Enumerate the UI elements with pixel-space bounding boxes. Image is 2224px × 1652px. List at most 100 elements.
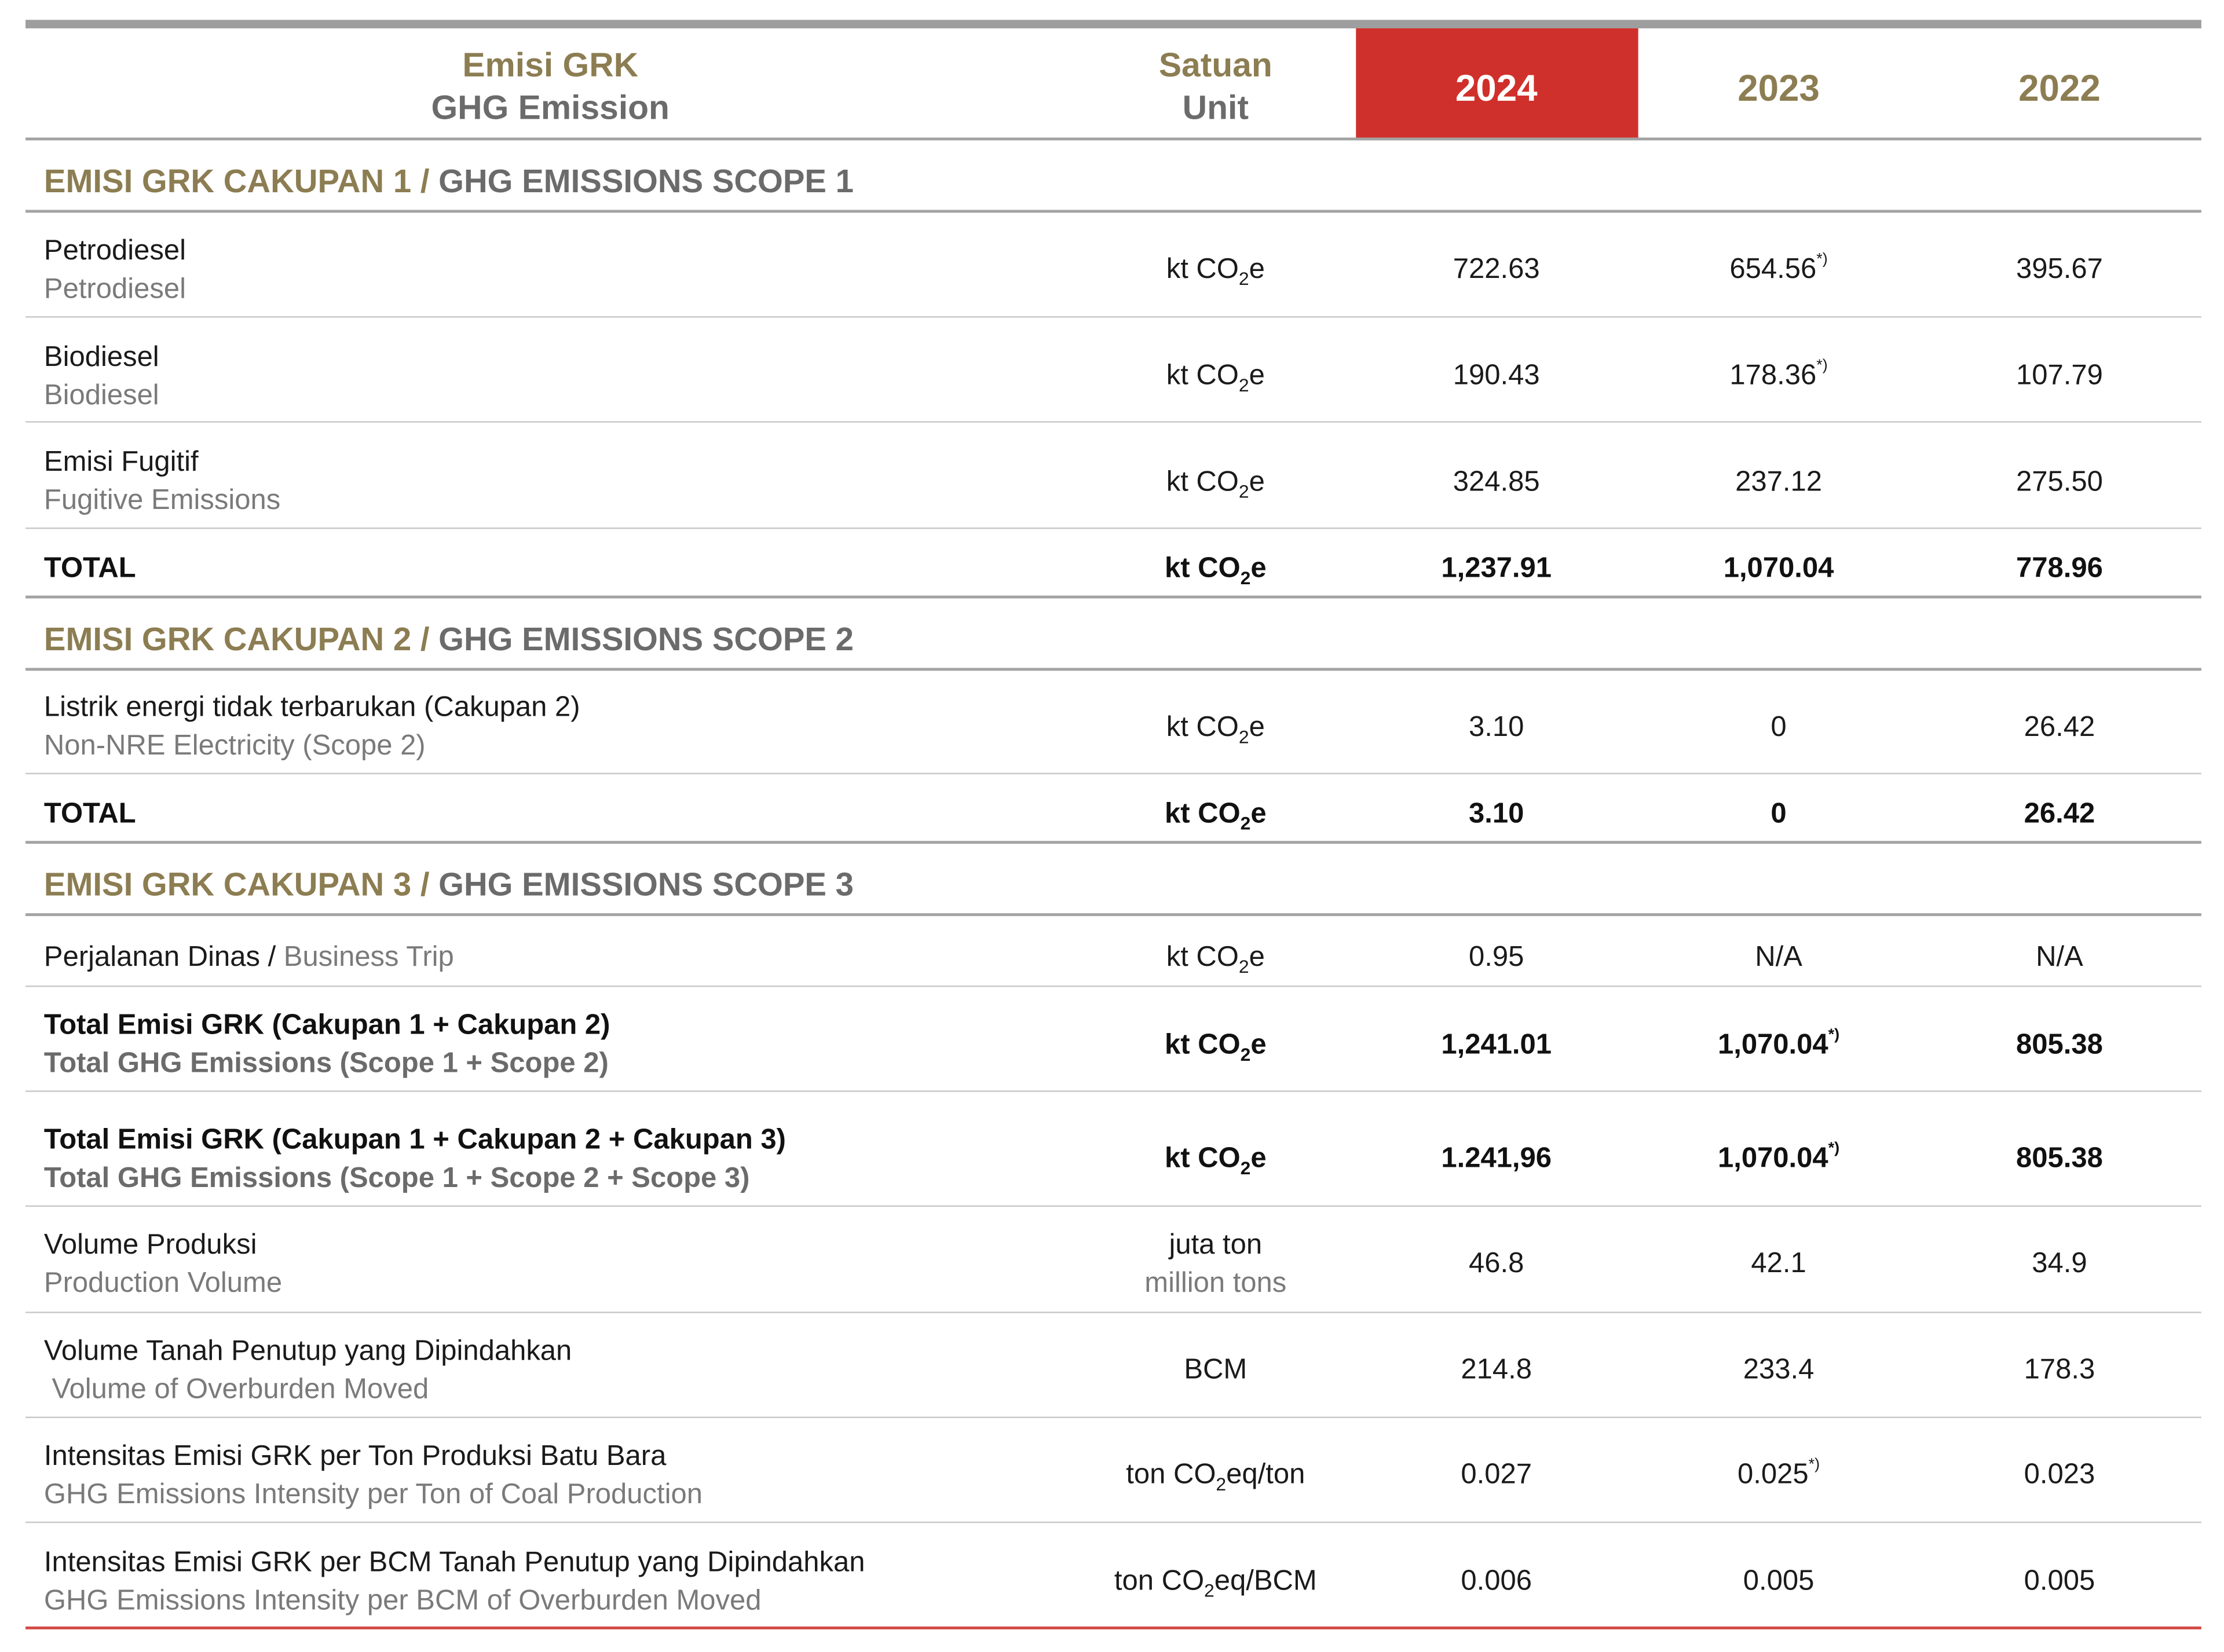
row-label-id: Volume Tanah Penutup yang Dipindahkan	[43, 1335, 572, 1367]
divider	[25, 316, 2201, 318]
value-2022: 0.023	[2024, 1459, 2095, 1490]
row-label-id: Intensitas Emisi GRK per BCM Tanah Penut…	[43, 1547, 865, 1578]
table-top-border	[25, 20, 2201, 28]
footnote-mark: *)	[1816, 251, 1828, 268]
footnote-mark: *)	[1828, 1027, 1840, 1044]
row-label-en: Total GHG Emissions (Scope 1 + Scope 2 +…	[43, 1163, 750, 1195]
divider	[25, 1416, 2201, 1418]
divider	[25, 1312, 2201, 1313]
value-2024: 190.43	[1453, 360, 1540, 391]
row-unit: kt CO2e	[1164, 798, 1267, 834]
value-2023: 0.005	[1743, 1565, 1815, 1597]
footnote-mark: *)	[1816, 357, 1828, 375]
value-2022: 178.3	[2024, 1354, 2095, 1386]
row-unit-en: million tons	[1144, 1268, 1287, 1299]
value-2022: 778.96	[2016, 553, 2103, 584]
row-label-id: Emisi Fugitif	[43, 446, 199, 478]
divider	[25, 595, 2201, 599]
value-2023: 178.36*)	[1729, 357, 1828, 391]
value-2023: 42.1	[1751, 1248, 1806, 1279]
header-divider	[25, 137, 2201, 141]
divider	[25, 210, 2201, 213]
divider	[25, 668, 2201, 671]
row-unit: kt CO2e	[1166, 712, 1265, 748]
value-2023: N/A	[1755, 942, 1802, 973]
footnote-mark: *)	[1828, 1140, 1840, 1158]
col-unit-label-en: Unit	[1182, 89, 1249, 128]
value-2024: 0.95	[1469, 942, 1524, 973]
value-2023: 233.4	[1743, 1354, 1815, 1386]
row-label-id: Intensitas Emisi GRK per Ton Produksi Ba…	[43, 1441, 667, 1472]
section-title-scope3: EMISI GRK CAKUPAN 3 / GHG EMISSIONS SCOP…	[43, 866, 854, 903]
value-2024: 3.10	[1469, 798, 1524, 830]
divider	[25, 1205, 2201, 1207]
value-2024: 3.10	[1469, 712, 1524, 743]
value-2024: 1,237.91	[1441, 553, 1552, 584]
value-2023: 654.56*)	[1729, 251, 1828, 285]
row-unit: kt CO2e	[1166, 466, 1265, 502]
total-label: TOTAL	[43, 798, 136, 830]
row-unit: kt CO2e	[1164, 1142, 1267, 1179]
value-2022: 805.38	[2016, 1142, 2103, 1174]
row-label-en: Fugitive Emissions	[43, 485, 281, 517]
divider	[25, 841, 2201, 844]
row-label-id: Biodiesel	[43, 342, 159, 373]
value-2022: 34.9	[2032, 1248, 2087, 1279]
row-unit: ton CO2eq/ton	[1126, 1459, 1305, 1495]
section-title-scope2: EMISI GRK CAKUPAN 2 / GHG EMISSIONS SCOP…	[43, 620, 854, 658]
row-label-id: Petrodiesel	[43, 235, 186, 267]
row-unit-id: juta ton	[1169, 1229, 1263, 1261]
value-2022: 0.005	[2024, 1565, 2095, 1597]
row-label-en: Non-NRE Electricity (Scope 2)	[43, 730, 426, 762]
value-2024: 722.63	[1453, 254, 1540, 285]
row-unit: kt CO2e	[1164, 1029, 1267, 1065]
total-label: TOTAL	[43, 553, 136, 584]
row-unit: kt CO2e	[1164, 553, 1267, 589]
section-title-scope1: EMISI GRK CAKUPAN 1 / GHG EMISSIONS SCOP…	[43, 162, 854, 200]
col-emission-label-en: GHG Emission	[431, 89, 670, 128]
value-2022: 805.38	[2016, 1029, 2103, 1061]
value-2022: 107.79	[2016, 360, 2103, 391]
row-unit: kt CO2e	[1166, 942, 1265, 977]
row-label-en: Biodiesel	[43, 380, 159, 412]
row-unit: kt CO2e	[1166, 254, 1265, 290]
value-2024: 0.006	[1461, 1565, 1532, 1597]
col-year-2023: 2023	[1738, 67, 1820, 109]
ghg-emission-table: Emisi GRK GHG Emission Satuan Unit 2024 …	[0, 0, 2224, 1652]
divider	[25, 1521, 2201, 1523]
value-2024: 0.027	[1461, 1459, 1532, 1490]
value-2023: 1,070.04*)	[1717, 1027, 1840, 1061]
row-label-en: Total GHG Emissions (Scope 1 + Scope 2)	[43, 1047, 609, 1079]
value-2022: 275.50	[2016, 466, 2103, 498]
value-2024: 1.241,96	[1441, 1142, 1552, 1174]
row-label-id: Total Emisi GRK (Cakupan 1 + Cakupan 2 +…	[43, 1124, 787, 1156]
col-unit-label-id: Satuan	[1158, 46, 1272, 85]
value-2022: 26.42	[2024, 798, 2095, 830]
row-unit: kt CO2e	[1166, 360, 1265, 396]
row-label-id: Listrik energi tidak terbarukan (Cakupan…	[43, 692, 580, 723]
divider	[25, 528, 2201, 529]
divider	[25, 986, 2201, 987]
value-2024: 214.8	[1461, 1354, 1532, 1386]
table-bottom-border	[25, 1627, 2201, 1629]
divider	[25, 772, 2201, 775]
divider	[25, 421, 2201, 423]
row-label-en: Volume of Overburden Moved	[43, 1374, 429, 1405]
col-year-2024: 2024	[1455, 67, 1538, 109]
value-2024: 46.8	[1469, 1248, 1524, 1279]
row-label-en: Production Volume	[43, 1268, 283, 1299]
row-label-en: GHG Emissions Intensity per Ton of Coal …	[43, 1479, 703, 1511]
row-label-id: Volume Produksi	[43, 1229, 257, 1261]
row-label: Perjalanan Dinas / Business Trip	[43, 942, 454, 973]
row-label-en: Petrodiesel	[43, 273, 186, 305]
value-2023: 1,070.04*)	[1717, 1140, 1840, 1174]
value-2022: 395.67	[2016, 254, 2103, 285]
value-2023: 0	[1771, 712, 1787, 743]
value-2022: N/A	[2036, 942, 2083, 973]
value-2023: 0.025*)	[1738, 1456, 1820, 1490]
divider	[25, 1090, 2201, 1092]
row-unit: ton CO2eq/BCM	[1114, 1565, 1317, 1601]
value-2023: 1,070.04	[1723, 553, 1834, 584]
value-2023: 0	[1771, 798, 1787, 830]
value-2024: 1,241.01	[1441, 1029, 1552, 1061]
